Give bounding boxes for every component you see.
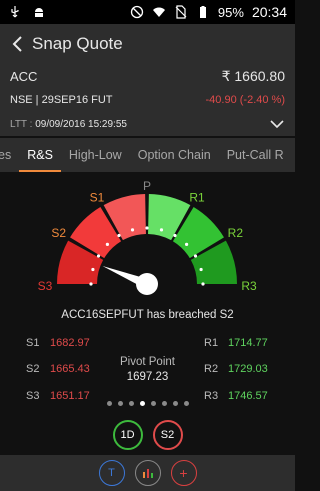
page-dot[interactable] <box>172 401 178 406</box>
gauge-label-r3: R3 <box>241 279 257 293</box>
gauge-tick <box>96 254 101 258</box>
gauge-label-r2: R2 <box>228 226 244 240</box>
page-indicator[interactable] <box>0 401 295 406</box>
price-change: -40.90 (-2.40 %) <box>205 94 285 106</box>
tab-put-call-ratio[interactable]: Put-Call R <box>219 138 292 172</box>
levels-panel: S1 1682.97 S2 1665.43 S3 1651.17 Pivot P… <box>0 334 295 404</box>
back-arrow-icon[interactable] <box>10 34 26 54</box>
rs-content: S3 S2 S1 P R1 R2 R3 ACC16SEPFUT has breached S… <box>0 172 295 422</box>
exchange-contract: NSE | 29SEP16 FUT <box>10 94 113 106</box>
level-key: R1 <box>204 337 219 349</box>
level-value: 1714.77 <box>228 337 268 349</box>
ltt-value: 09/09/2016 15:29:55 <box>35 119 127 130</box>
breach-message: ACC16SEPFUT has breached S2 <box>61 309 234 321</box>
symbol-name: ACC <box>10 69 38 84</box>
usb-icon <box>11 6 19 18</box>
level-row-r1: R1 1714.77 <box>204 337 268 349</box>
ltt-label: LTT : <box>10 119 33 130</box>
gauge-label-s1: S1 <box>90 190 105 204</box>
tab-high-low[interactable]: High-Low <box>61 138 130 172</box>
chevron-down-icon[interactable] <box>269 119 285 129</box>
page-dot[interactable] <box>183 401 189 406</box>
page-dot[interactable] <box>139 401 145 406</box>
page-dot[interactable] <box>128 401 134 406</box>
level-key: R2 <box>204 363 219 375</box>
gauge-tick <box>145 226 149 230</box>
level-row-r2: R2 1729.03 <box>204 363 268 375</box>
page-dot[interactable] <box>117 401 123 406</box>
add-button[interactable]: + <box>170 460 197 486</box>
battery-percent: 95% <box>217 4 244 20</box>
last-traded-price: ₹ 1660.80 <box>221 68 285 84</box>
needle-hub <box>136 273 158 295</box>
android-debug-icon <box>35 8 43 17</box>
sim-off-icon <box>175 5 187 19</box>
bottom-action-bar: T + <box>0 455 295 491</box>
wifi-icon <box>152 7 165 17</box>
gauge-label-r1: R1 <box>189 190 205 204</box>
gauge-label-s2: S2 <box>51 226 66 240</box>
dnd-icon <box>130 5 144 19</box>
pivot-gauge: S3 S2 S1 P R1 R2 R3 <box>38 179 257 295</box>
gauge-tick <box>199 267 203 272</box>
level-key: S1 <box>26 337 40 349</box>
gauge-label-p: P <box>143 179 151 193</box>
gauge-tick <box>193 254 198 258</box>
gauge-segments <box>57 194 237 286</box>
page-title: Snap Quote <box>32 34 123 53</box>
chart-button[interactable] <box>134 460 161 486</box>
tab-bar: es R&S High-Low Option Chain Put-Call R <box>0 138 295 172</box>
chip-1d[interactable]: 1D <box>112 420 143 450</box>
timeframe-chips: 1D S2 <box>0 420 295 454</box>
battery-icon <box>199 6 206 18</box>
app-bar: Snap Quote <box>0 24 295 64</box>
tab-r-and-s[interactable]: R&S <box>19 138 61 172</box>
status-bar: 95% 20:34 <box>0 0 295 24</box>
gauge-tick <box>159 228 164 232</box>
trade-button[interactable]: T <box>98 460 125 486</box>
gauge-label-s3: S3 <box>38 279 53 293</box>
gauge-tick <box>173 233 177 238</box>
gauge-tick <box>201 282 205 286</box>
gauge-tick <box>105 242 110 247</box>
level-value: 1682.97 <box>50 337 90 349</box>
level-row-s1: S1 1682.97 <box>26 337 90 349</box>
last-traded-time: LTT : 09/09/2016 15:29:55 <box>10 119 127 130</box>
page-dot[interactable] <box>150 401 156 406</box>
gauge-tick <box>117 233 121 238</box>
bar-chart-icon <box>142 469 153 478</box>
tab-option-chain[interactable]: Option Chain <box>130 138 219 172</box>
clock: 20:34 <box>251 4 287 20</box>
gauge-tick <box>184 242 189 247</box>
level-value: 1729.03 <box>228 363 268 375</box>
page-dot[interactable] <box>161 401 167 406</box>
gauge-tick <box>130 228 135 232</box>
gauge-tick <box>89 282 93 286</box>
quote-panel: ACC ₹ 1660.80 NSE | 29SEP16 FUT -40.90 (… <box>0 64 295 136</box>
gauge-tick <box>91 267 95 272</box>
page-dot[interactable] <box>106 401 112 406</box>
chip-s2[interactable]: S2 <box>152 420 183 450</box>
tab-partial-left[interactable]: es <box>0 138 19 172</box>
gauge-needle <box>102 266 158 295</box>
